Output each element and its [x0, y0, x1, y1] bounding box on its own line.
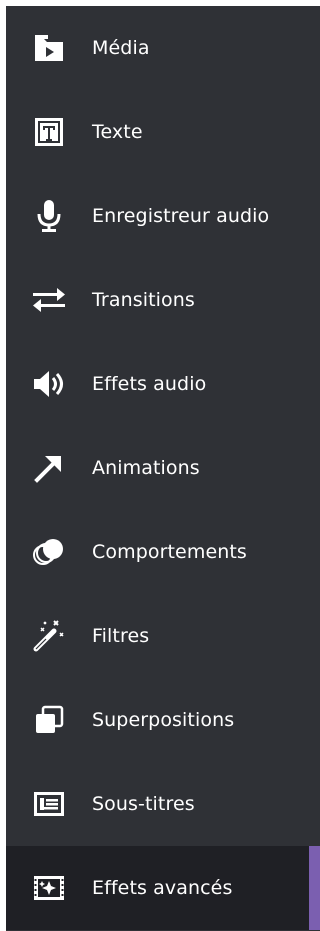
- microphone-icon: [30, 197, 68, 235]
- sidebar-item-label: Effets audio: [92, 373, 207, 395]
- sidebar-item-label: Sous-titres: [92, 793, 195, 815]
- media-folder-icon: [30, 29, 68, 67]
- sidebar-item-advanced-effects[interactable]: Effets avancés: [6, 846, 320, 930]
- sidebar-menu: Média Texte Enregistreur audio Transitio…: [6, 6, 320, 930]
- swap-arrows-icon: [30, 281, 68, 319]
- speaker-icon: [30, 365, 68, 403]
- sidebar-item-transitions[interactable]: Transitions: [6, 258, 320, 342]
- text-box-icon: [30, 113, 68, 151]
- sidebar-item-filters[interactable]: Filtres: [6, 594, 320, 678]
- sidebar-item-label: Effets avancés: [92, 877, 233, 899]
- sidebar-item-label: Animations: [92, 457, 200, 479]
- sidebar-item-label: Transitions: [92, 289, 195, 311]
- sidebar-item-subtitles[interactable]: Sous-titres: [6, 762, 320, 846]
- overlay-squares-icon: [30, 701, 68, 739]
- subtitles-icon: [30, 785, 68, 823]
- sidebar-item-label: Texte: [92, 121, 143, 143]
- sidebar: Média Texte Enregistreur audio Transitio…: [6, 6, 320, 931]
- sidebar-item-animations[interactable]: Animations: [6, 426, 320, 510]
- sidebar-item-label: Superpositions: [92, 709, 235, 731]
- sidebar-item-audio-recorder[interactable]: Enregistreur audio: [6, 174, 320, 258]
- overlapping-circles-icon: [30, 533, 68, 571]
- magic-wand-icon: [30, 617, 68, 655]
- sidebar-item-text[interactable]: Texte: [6, 90, 320, 174]
- sidebar-item-label: Enregistreur audio: [92, 205, 270, 227]
- sidebar-item-label: Comportements: [92, 541, 247, 563]
- sidebar-item-media[interactable]: Média: [6, 6, 320, 90]
- sidebar-item-label: Filtres: [92, 625, 150, 647]
- sidebar-item-overlays[interactable]: Superpositions: [6, 678, 320, 762]
- diagonal-arrow-icon: [30, 449, 68, 487]
- sidebar-item-label: Média: [92, 37, 150, 59]
- sidebar-item-audio-effects[interactable]: Effets audio: [6, 342, 320, 426]
- film-sparkle-icon: [30, 869, 68, 907]
- sidebar-item-behaviors[interactable]: Comportements: [6, 510, 320, 594]
